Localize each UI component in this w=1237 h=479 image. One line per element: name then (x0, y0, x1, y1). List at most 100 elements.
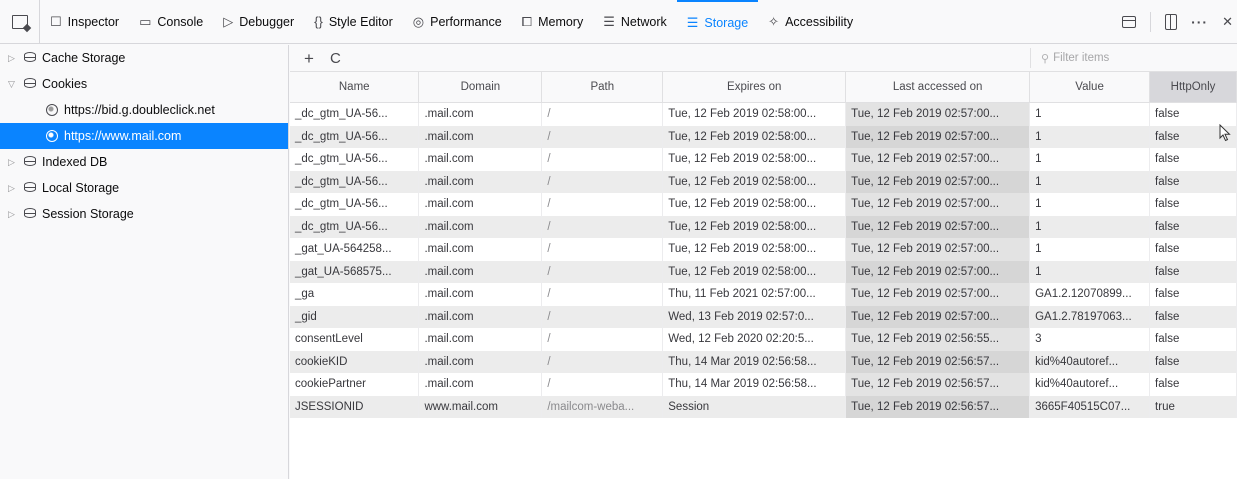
cell-path[interactable]: / (541, 125, 664, 148)
cell-expires[interactable]: Wed, 13 Feb 2019 02:57:0... (662, 305, 847, 328)
cell-name[interactable]: consentLevel (290, 328, 420, 351)
cell-expires[interactable]: Thu, 14 Mar 2019 02:56:58... (662, 350, 847, 373)
cell-path[interactable]: / (541, 350, 664, 373)
cell-path[interactable]: / (541, 238, 664, 261)
cell-domain[interactable]: .mail.com (418, 215, 543, 238)
cell-last-accessed[interactable]: Tue, 12 Feb 2019 02:57:00... (845, 193, 1031, 216)
column-header-name[interactable]: Name (290, 72, 420, 103)
cell-httponly[interactable]: false (1149, 328, 1237, 351)
cell-last-accessed[interactable]: Tue, 12 Feb 2019 02:57:00... (845, 283, 1031, 306)
table-row[interactable]: _gat_UA-564258... .mail.com / Tue, 12 Feb 2… (290, 238, 1237, 261)
table-row[interactable]: _dc_gtm_UA-56... .mail.com / Tue, 12 Feb 20… (290, 102, 1237, 126)
column-header-last-accessed-on[interactable]: Last accessed on (845, 72, 1031, 103)
cell-httponly[interactable]: false (1149, 102, 1237, 126)
cell-path[interactable]: / (541, 260, 664, 283)
tree-item-session-storage[interactable]: ▷ Session Storage (0, 201, 288, 227)
cell-httponly[interactable]: false (1149, 260, 1237, 283)
cell-name[interactable]: _gat_UA-564258... (290, 238, 420, 261)
cell-last-accessed[interactable]: Tue, 12 Feb 2019 02:57:00... (845, 215, 1031, 238)
tab-style-editor[interactable]: {} Style Editor (304, 0, 403, 44)
cell-name[interactable]: JSESSIONID (290, 395, 420, 418)
dock-options-icon[interactable] (1165, 14, 1178, 30)
cell-value[interactable]: 3 (1029, 328, 1151, 351)
cell-value[interactable]: kid%40autoref... (1029, 373, 1151, 396)
tab-debugger[interactable]: ▷ Debugger (213, 0, 304, 44)
table-row[interactable]: _dc_gtm_UA-56... .mail.com / Tue, 12 Feb 20… (290, 215, 1237, 238)
cell-expires[interactable]: Tue, 12 Feb 2019 02:58:00... (662, 238, 847, 261)
cell-domain[interactable]: .mail.com (418, 125, 543, 148)
cell-value[interactable]: GA1.2.78197063... (1029, 305, 1151, 328)
cell-name[interactable]: _gat_UA-568575... (290, 260, 420, 283)
cell-name[interactable]: _ga (290, 283, 420, 306)
cell-name[interactable]: cookiePartner (290, 373, 420, 396)
table-row[interactable]: _gat_UA-568575... .mail.com / Tue, 12 Feb 2… (290, 260, 1237, 283)
cell-path[interactable]: / (541, 215, 664, 238)
cell-value[interactable]: 1 (1029, 102, 1151, 126)
cell-expires[interactable]: Tue, 12 Feb 2019 02:58:00... (662, 148, 847, 171)
cell-domain[interactable]: .mail.com (418, 373, 543, 396)
tree-item-host-mail[interactable]: https://www.mail.com (0, 123, 288, 149)
tree-item-local-storage[interactable]: ▷ Local Storage (0, 175, 288, 201)
column-header-expires-on[interactable]: Expires on (662, 72, 847, 103)
cell-last-accessed[interactable]: Tue, 12 Feb 2019 02:57:00... (845, 170, 1031, 193)
cell-last-accessed[interactable]: Tue, 12 Feb 2019 02:57:00... (845, 260, 1031, 283)
split-console-icon[interactable] (1122, 16, 1137, 28)
table-row[interactable]: consentLevel .mail.com / Wed, 12 Feb 2020 0… (290, 328, 1237, 351)
cell-value[interactable]: kid%40autoref... (1029, 350, 1151, 373)
cell-httponly[interactable]: true (1149, 395, 1237, 418)
collapsed-arrow-icon[interactable]: ▷ (8, 183, 20, 194)
cell-name[interactable]: _dc_gtm_UA-56... (290, 148, 420, 171)
table-row[interactable]: cookieKID .mail.com / Thu, 14 Mar 2019 02:5… (290, 350, 1237, 373)
cell-value[interactable]: 1 (1029, 193, 1151, 216)
close-icon[interactable]: ✕ (1222, 14, 1233, 30)
cell-expires[interactable]: Tue, 12 Feb 2019 02:58:00... (662, 170, 847, 193)
cell-httponly[interactable]: false (1149, 215, 1237, 238)
cell-httponly[interactable]: false (1149, 170, 1237, 193)
cell-domain[interactable]: .mail.com (418, 283, 543, 306)
cell-value[interactable]: 3665F40515C07... (1029, 395, 1151, 418)
cell-domain[interactable]: .mail.com (418, 260, 543, 283)
cell-expires[interactable]: Thu, 11 Feb 2021 02:57:00... (662, 283, 847, 306)
cell-last-accessed[interactable]: Tue, 12 Feb 2019 02:57:00... (845, 305, 1031, 328)
cell-httponly[interactable]: false (1149, 193, 1237, 216)
more-options-icon[interactable]: ··· (1191, 14, 1208, 30)
table-row[interactable]: JSESSIONID www.mail.com/mailcom-weba... Se… (290, 395, 1237, 418)
cell-domain[interactable]: .mail.com (418, 102, 543, 126)
column-header-httponly[interactable]: HttpOnly (1149, 72, 1237, 103)
cell-value[interactable]: 1 (1029, 238, 1151, 261)
add-item-button[interactable]: + (304, 50, 314, 67)
tree-item-cache-storage[interactable]: ▷ Cache Storage (0, 45, 288, 71)
expanded-arrow-icon[interactable]: ▽ (8, 79, 20, 90)
cell-expires[interactable]: Tue, 12 Feb 2019 02:58:00... (662, 193, 847, 216)
tab-memory[interactable]: ⧠ Memory (512, 0, 594, 44)
cell-expires[interactable]: Thu, 14 Mar 2019 02:56:58... (662, 373, 847, 396)
cell-name[interactable]: _dc_gtm_UA-56... (290, 102, 420, 126)
cell-domain[interactable]: .mail.com (418, 170, 543, 193)
table-row[interactable]: _dc_gtm_UA-56... .mail.com / Tue, 12 Feb 20… (290, 125, 1237, 148)
tab-inspector[interactable]: ☐ Inspector (40, 0, 129, 44)
cell-domain[interactable]: .mail.com (418, 350, 543, 373)
tree-item-host-doubleclick[interactable]: https://bid.g.doubleclick.net (0, 97, 288, 123)
tab-network[interactable]: ☰ Network (593, 0, 677, 44)
tree-item-cookies[interactable]: ▽ Cookies (0, 71, 288, 97)
cell-domain[interactable]: .mail.com (418, 305, 543, 328)
collapsed-arrow-icon[interactable]: ▷ (8, 209, 20, 220)
cell-last-accessed[interactable]: Tue, 12 Feb 2019 02:57:00... (845, 102, 1031, 126)
cell-last-accessed[interactable]: Tue, 12 Feb 2019 02:56:55... (845, 328, 1031, 351)
cell-httponly[interactable]: false (1149, 373, 1237, 396)
collapsed-arrow-icon[interactable]: ▷ (8, 157, 20, 168)
cell-value[interactable]: 1 (1029, 170, 1151, 193)
cell-domain[interactable]: .mail.com (418, 193, 543, 216)
table-row[interactable]: _gid .mail.com / Wed, 13 Feb 2019 02:57:0..… (290, 305, 1237, 328)
column-header-value[interactable]: Value (1029, 72, 1151, 103)
filter-input[interactable]: ⚲ Filter items (1030, 48, 1237, 68)
cell-domain[interactable]: .mail.com (418, 238, 543, 261)
cell-httponly[interactable]: false (1149, 238, 1237, 261)
cell-name[interactable]: _dc_gtm_UA-56... (290, 125, 420, 148)
tab-storage[interactable]: ☰ Storage (676, 0, 759, 44)
cell-last-accessed[interactable]: Tue, 12 Feb 2019 02:56:57... (845, 350, 1031, 373)
refresh-button[interactable]: C (330, 51, 341, 66)
cell-path[interactable]: / (541, 170, 664, 193)
cell-path[interactable]: / (541, 193, 664, 216)
table-row[interactable]: _dc_gtm_UA-56... .mail.com / Tue, 12 Feb 20… (290, 193, 1237, 216)
